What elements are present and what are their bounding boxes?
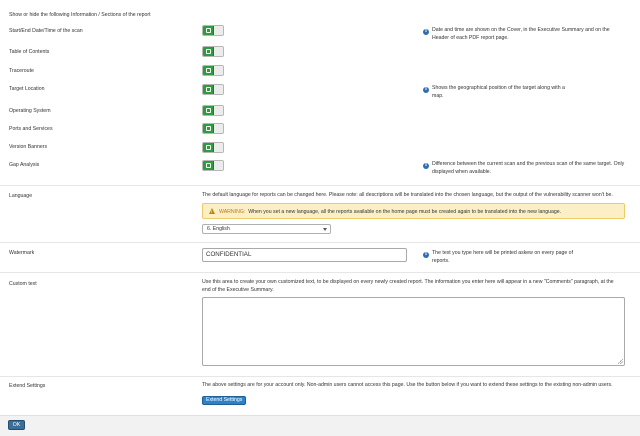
custom-text-description: Use this area to create your own customi…: [202, 279, 614, 293]
label-start-end-date: Start/End Date/Time of the scan: [9, 28, 83, 34]
label-table-of-contents: Table of Contents: [9, 49, 50, 55]
custom-text-area[interactable]: [202, 297, 625, 366]
toggle-gap-analysis[interactable]: [202, 160, 224, 171]
divider: [0, 272, 640, 273]
toggle-table-of-contents[interactable]: [202, 46, 224, 57]
label-extend-settings: Extend Settings: [9, 383, 46, 389]
language-selected-value: 6. English: [207, 226, 230, 232]
info-start-end-date: Date and time are shown on the Cover, in…: [432, 27, 610, 41]
warning-box: WARNING: When you set a new language, al…: [202, 203, 625, 219]
extend-settings-button[interactable]: Extend Settings: [202, 396, 247, 405]
info-gap-analysis: Difference between the current scan and …: [432, 161, 625, 175]
label-gap-analysis: Gap Analysis: [9, 162, 40, 168]
label-traceroute: Traceroute: [9, 68, 34, 74]
info-icon: i: [423, 87, 429, 93]
sections-heading: Show or hide the following Information /…: [9, 12, 151, 18]
toggle-start-end-date[interactable]: [202, 25, 224, 36]
toggle-version-banners[interactable]: [202, 142, 224, 153]
info-icon: i: [423, 29, 429, 35]
warning-message: WARNING: When you set a new language, al…: [219, 209, 561, 215]
language-description: The default language for reports can be …: [202, 192, 613, 198]
toggle-ports-services[interactable]: [202, 123, 224, 134]
info-icon: i: [423, 252, 429, 258]
watermark-input[interactable]: CONFIDENTIAL: [202, 248, 407, 262]
label-language: Language: [9, 193, 33, 199]
warning-icon: [209, 208, 215, 214]
toggle-target-location[interactable]: [202, 84, 224, 95]
info-target-location: Shows the geographical position of the t…: [432, 85, 565, 99]
warning-tag: WARNING:: [219, 209, 246, 215]
label-target-location: Target Location: [9, 86, 45, 92]
extend-settings-description: The above settings are for your account …: [202, 382, 613, 388]
ok-button[interactable]: OK: [8, 420, 25, 430]
label-ports-services: Ports and Services: [9, 126, 53, 132]
chevron-down-icon: [323, 228, 327, 231]
label-watermark: Watermark: [9, 250, 35, 256]
toggle-traceroute[interactable]: [202, 65, 224, 76]
warning-text: When you set a new language, all the rep…: [248, 209, 562, 215]
label-version-banners: Version Banners: [9, 144, 48, 150]
divider: [0, 242, 640, 243]
toggle-operating-system[interactable]: [202, 105, 224, 116]
divider: [0, 185, 640, 186]
footer-bar: [0, 415, 640, 436]
language-select[interactable]: 6. English: [202, 224, 331, 234]
label-operating-system: Operating System: [9, 108, 51, 114]
resize-grip-icon[interactable]: [618, 359, 623, 364]
info-watermark: The text you type here will be printed a…: [432, 250, 574, 264]
info-icon: i: [423, 163, 429, 169]
label-custom-text: Custom text: [9, 281, 37, 287]
divider: [0, 376, 640, 377]
